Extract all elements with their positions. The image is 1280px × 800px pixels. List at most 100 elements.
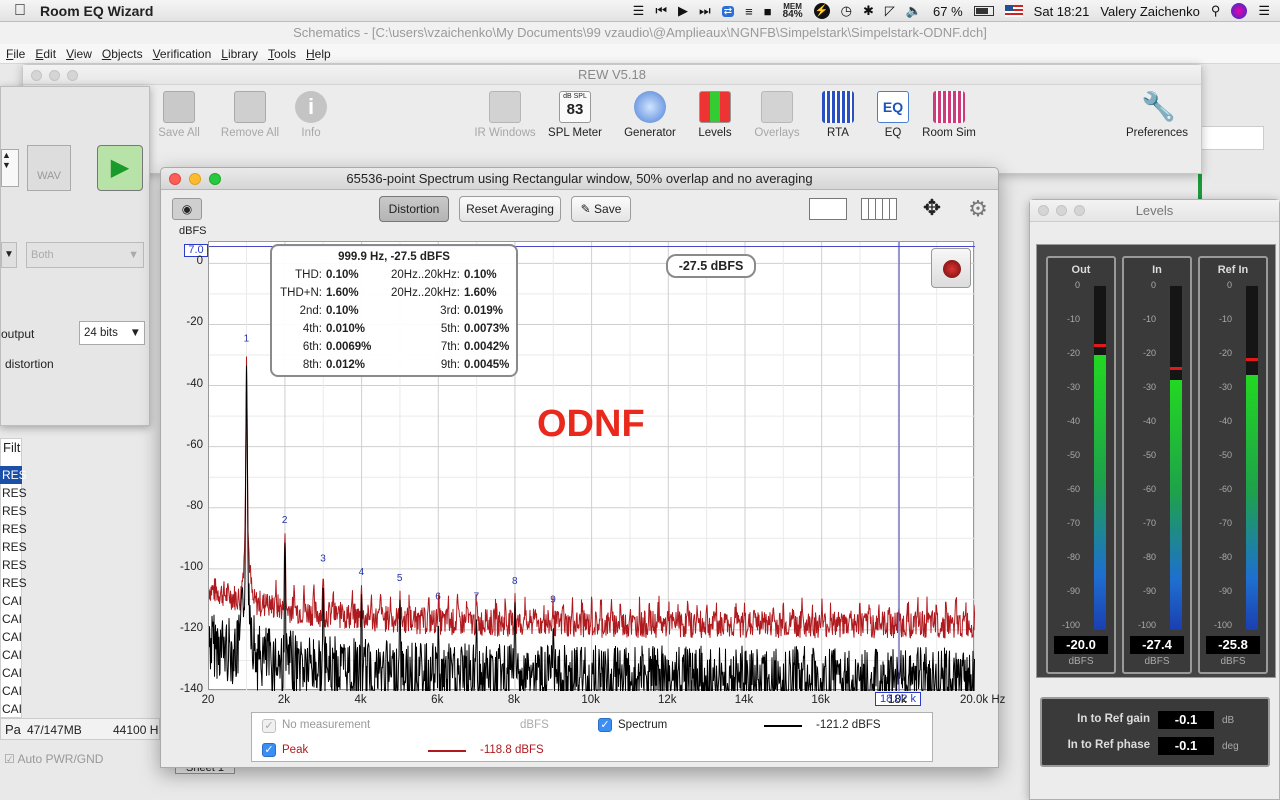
previous-track-icon[interactable]: ⏮ — [655, 3, 667, 19]
generator-icon — [634, 91, 666, 123]
spotlight-search-icon[interactable]: ⚲ — [1211, 3, 1221, 19]
room-sim-button[interactable]: Room Sim — [913, 91, 985, 139]
overlays-button[interactable]: Overlays — [742, 91, 812, 139]
fit-all-icon[interactable]: ✥ — [913, 196, 951, 222]
close-button[interactable] — [169, 173, 181, 185]
info-v2: 0.019% — [464, 305, 504, 317]
bits-select[interactable]: 24 bits ▼ — [79, 321, 145, 345]
wav-button[interactable]: WAV — [27, 145, 71, 191]
bluetooth-icon[interactable]: ✱ — [863, 3, 874, 19]
spinner[interactable]: ▲ ▼ — [1, 149, 19, 187]
zoom-button[interactable] — [67, 70, 78, 81]
save-all-button[interactable]: Save All — [144, 91, 214, 139]
memory-monitor[interactable]: MEM 84% — [783, 3, 803, 20]
volume-icon[interactable]: 🔈 — [906, 3, 922, 19]
x-tick-label: 2k — [277, 694, 290, 706]
zoom-button[interactable] — [1074, 205, 1085, 216]
list-item[interactable]: CAI — [0, 610, 22, 628]
list-item[interactable]: RES — [0, 574, 27, 592]
menu-file[interactable]: File — [6, 44, 25, 63]
x-tick-label: 8k — [507, 694, 521, 706]
stack-icon[interactable]: ≡ — [745, 4, 753, 19]
ir-windows-button[interactable]: IR Windows — [470, 91, 540, 139]
list-item[interactable]: CAI — [0, 628, 22, 646]
spectrum-checkbox[interactable]: ✓ — [598, 718, 612, 732]
apple-menu-icon[interactable]:  — [0, 2, 40, 20]
info-button[interactable]: i Info — [276, 91, 346, 139]
minimize-button[interactable] — [49, 70, 60, 81]
schematics-side-field[interactable] — [1200, 126, 1264, 150]
menu-edit[interactable]: Edit — [35, 44, 56, 63]
play-icon[interactable]: ▶ — [678, 3, 688, 19]
remove-all-button[interactable]: Remove All — [215, 91, 285, 139]
dropdown-left[interactable]: ▼ — [1, 242, 17, 268]
list-item[interactable]: CAI — [0, 682, 22, 700]
no-measurement-unit: dBFS — [520, 719, 549, 731]
menu-tools[interactable]: Tools — [268, 44, 296, 63]
minimize-button[interactable] — [189, 173, 201, 185]
battery-percent[interactable]: 67 % — [933, 4, 963, 19]
list-item[interactable]: RES — [0, 502, 27, 520]
meter-scale-label: -60 — [1066, 484, 1080, 494]
spl-meter-button[interactable]: dB SPL 83 SPL Meter — [540, 91, 610, 139]
menu-library[interactable]: Library — [221, 44, 258, 63]
menu-verification[interactable]: Verification — [153, 44, 212, 63]
grid-toggle-icon[interactable] — [861, 198, 897, 220]
list-item[interactable]: RES — [0, 466, 27, 484]
peak-checkbox[interactable]: ✓ — [262, 743, 276, 757]
channel-select[interactable]: Both ▼ — [26, 242, 144, 268]
distortion-button[interactable]: Distortion — [379, 196, 449, 222]
info-v1: 0.0069% — [326, 341, 372, 353]
menu-help[interactable]: Help — [306, 44, 331, 63]
preferences-button[interactable]: 🔧 Preferences — [1121, 91, 1193, 139]
save-all-label: Save All — [158, 127, 200, 139]
levels-button[interactable]: Levels — [680, 91, 750, 139]
app-name-menu[interactable]: Room EQ Wizard — [40, 3, 153, 19]
menu-objects[interactable]: Objects — [102, 44, 143, 63]
notification-center-icon[interactable]: ☰ — [1258, 3, 1270, 19]
spectrum-legend-label: Spectrum — [618, 719, 668, 731]
next-track-icon[interactable]: ⏭ — [699, 3, 711, 19]
meter-scale-label: -20 — [1142, 348, 1156, 358]
no-measurement-checkbox[interactable]: ✓ — [262, 719, 276, 733]
list-item[interactable]: RES — [0, 556, 27, 574]
list-icon[interactable]: ☰ — [633, 3, 645, 19]
reset-averaging-button[interactable]: Reset Averaging — [459, 196, 561, 222]
camera-icon[interactable]: ◉ — [172, 198, 202, 220]
generator-button[interactable]: Generator — [615, 91, 685, 139]
battery-icon[interactable] — [973, 6, 994, 16]
teamviewer-icon[interactable]: ⇄ — [721, 5, 735, 17]
menu-view[interactable]: View — [66, 44, 92, 63]
peak-legend-line — [428, 750, 466, 752]
list-item[interactable]: RES — [0, 538, 27, 556]
meter-bar — [1170, 380, 1182, 630]
minimize-button[interactable] — [1056, 205, 1067, 216]
dock-icon[interactable]: ■ — [764, 4, 772, 19]
info-rows: THD: 0.10% 20Hz..20kHz: 0.10% THD+N: 1.60% 20H… — [272, 266, 516, 374]
list-item[interactable]: CAI — [0, 700, 22, 718]
close-button[interactable] — [1038, 205, 1049, 216]
us-flag-icon[interactable] — [1004, 5, 1023, 17]
wifi-icon[interactable]: ◸ — [885, 3, 895, 19]
clock[interactable]: Sat 18:21 — [1034, 4, 1090, 19]
record-button[interactable] — [931, 248, 971, 288]
fit-vertical-icon[interactable] — [809, 198, 847, 220]
levels-title: Levels — [1030, 200, 1279, 222]
list-item[interactable]: CAI — [0, 664, 22, 682]
user-name[interactable]: Valery Zaichenko — [1100, 4, 1199, 19]
list-item[interactable]: CAI — [0, 646, 22, 664]
siri-icon[interactable] — [1231, 3, 1248, 19]
close-button[interactable] — [31, 70, 42, 81]
auto-pwr-checkbox[interactable]: ☑ Auto PWR/GND — [4, 752, 103, 766]
list-item[interactable]: CAI — [0, 592, 22, 610]
save-button[interactable]: ✎ Save — [571, 196, 631, 222]
info-v2: 1.60% — [464, 287, 497, 299]
gear-icon[interactable]: ⚙ — [964, 196, 992, 222]
lightning-icon[interactable]: ⚡ — [813, 3, 830, 19]
play-button[interactable]: ▶ — [97, 145, 143, 191]
time-machine-icon[interactable]: ◷ — [841, 3, 852, 19]
list-item[interactable]: RES — [0, 520, 27, 538]
list-item[interactable]: RES — [0, 484, 27, 502]
zoom-button[interactable] — [209, 173, 221, 185]
info-icon: i — [295, 91, 327, 123]
